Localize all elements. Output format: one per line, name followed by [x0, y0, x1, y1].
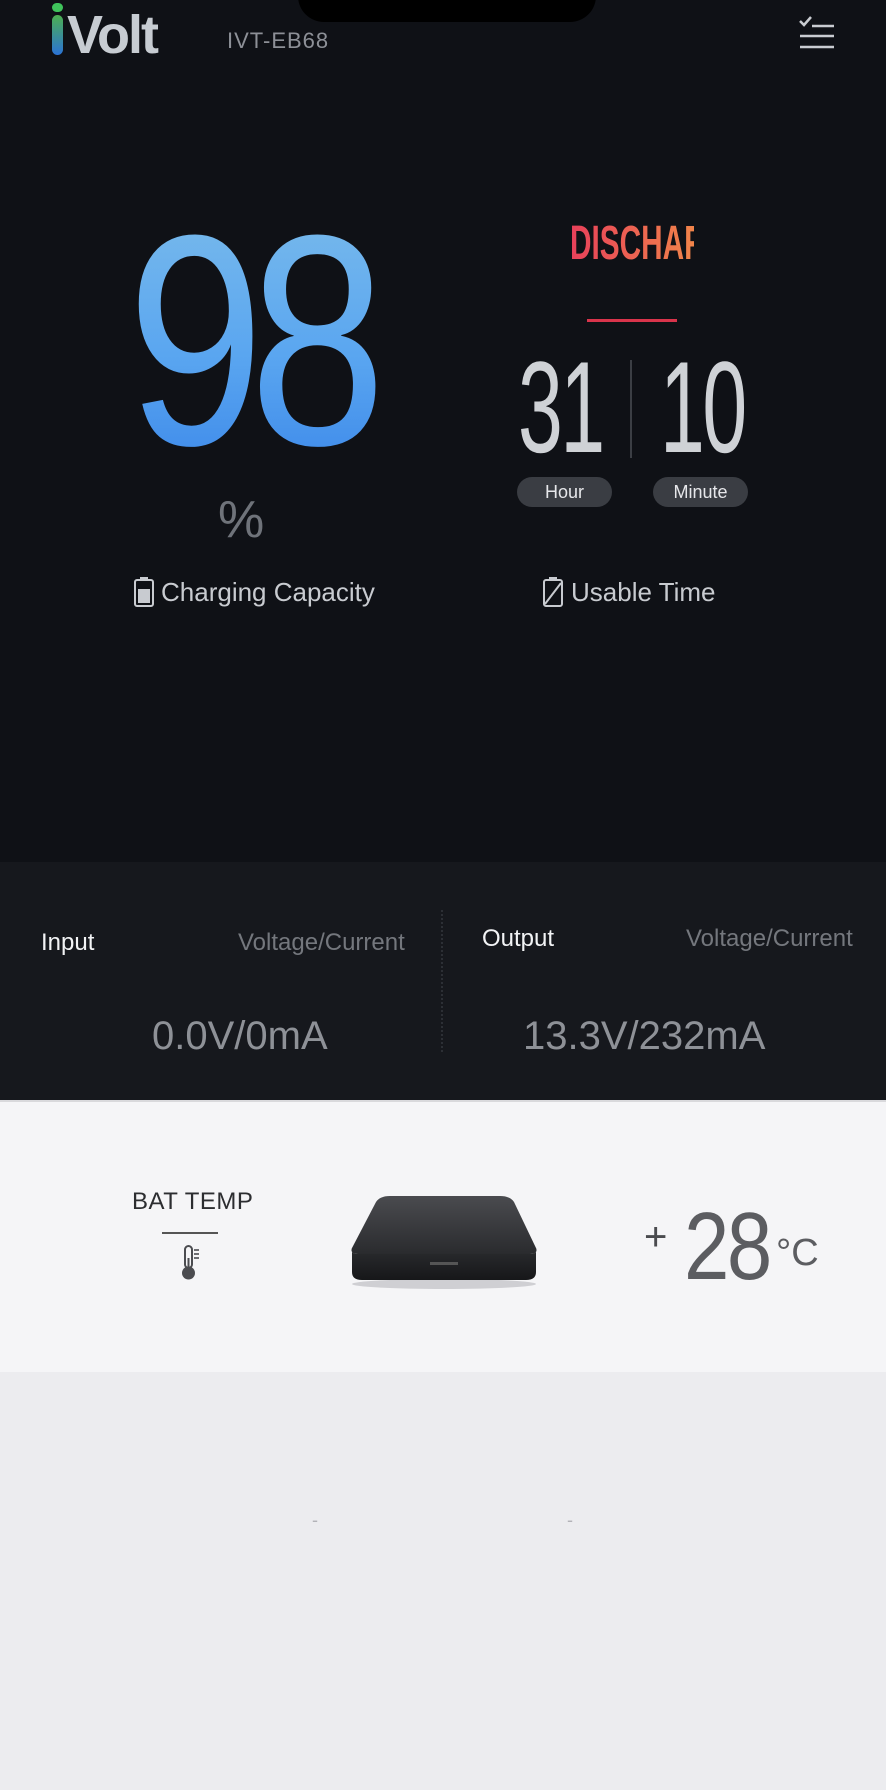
temp-value: 28 [684, 1193, 772, 1300]
thermometer-icon [182, 1245, 199, 1280]
app-logo: Volt [52, 3, 159, 65]
temp-unit: °C [776, 1232, 819, 1274]
bat-temp-title: BAT TEMP [132, 1188, 254, 1215]
minute-label: Minute [653, 477, 748, 507]
io-panel [0, 862, 886, 1100]
usable-time-text: Usable Time [571, 576, 716, 607]
status-underline [587, 319, 677, 322]
menu-button[interactable] [796, 16, 840, 56]
logo-text: Volt [67, 5, 159, 65]
percent-sign: % [218, 491, 265, 549]
time-divider [630, 360, 632, 458]
input-subtitle: Voltage/Current [238, 929, 405, 956]
minutes-value: 10 [660, 334, 747, 480]
discharging-status: DISCHARGING [570, 214, 782, 274]
checklist-menu-icon [799, 16, 834, 49]
logo-i-mark [52, 3, 63, 55]
placeholder-dash-right: - [567, 1510, 573, 1530]
power-bank-image [351, 1196, 537, 1289]
output-title: Output [482, 925, 555, 952]
usable-time-label: Usable Time [541, 576, 716, 608]
hours-value: 31 [518, 334, 605, 480]
output-subtitle: Voltage/Current [686, 925, 853, 952]
battery-icon [134, 577, 154, 607]
hour-label: Hour [517, 477, 612, 507]
output-value: 13.3V/232mA [523, 1014, 766, 1058]
io-divider [441, 910, 443, 1052]
battery-slash-icon [543, 577, 563, 607]
charging-capacity-label: Charging Capacity [133, 576, 375, 608]
device-model: IVT-EB68 [227, 28, 330, 53]
device-notch [298, 0, 596, 22]
battery-percent: 98 [114, 190, 386, 490]
temp-sign: + [644, 1215, 668, 1259]
charging-capacity-text: Charging Capacity [161, 576, 375, 607]
placeholder-dash-left: - [312, 1510, 318, 1530]
bat-temp-underline [162, 1232, 218, 1234]
input-title: Input [41, 929, 95, 956]
input-value: 0.0V/0mA [152, 1014, 328, 1058]
